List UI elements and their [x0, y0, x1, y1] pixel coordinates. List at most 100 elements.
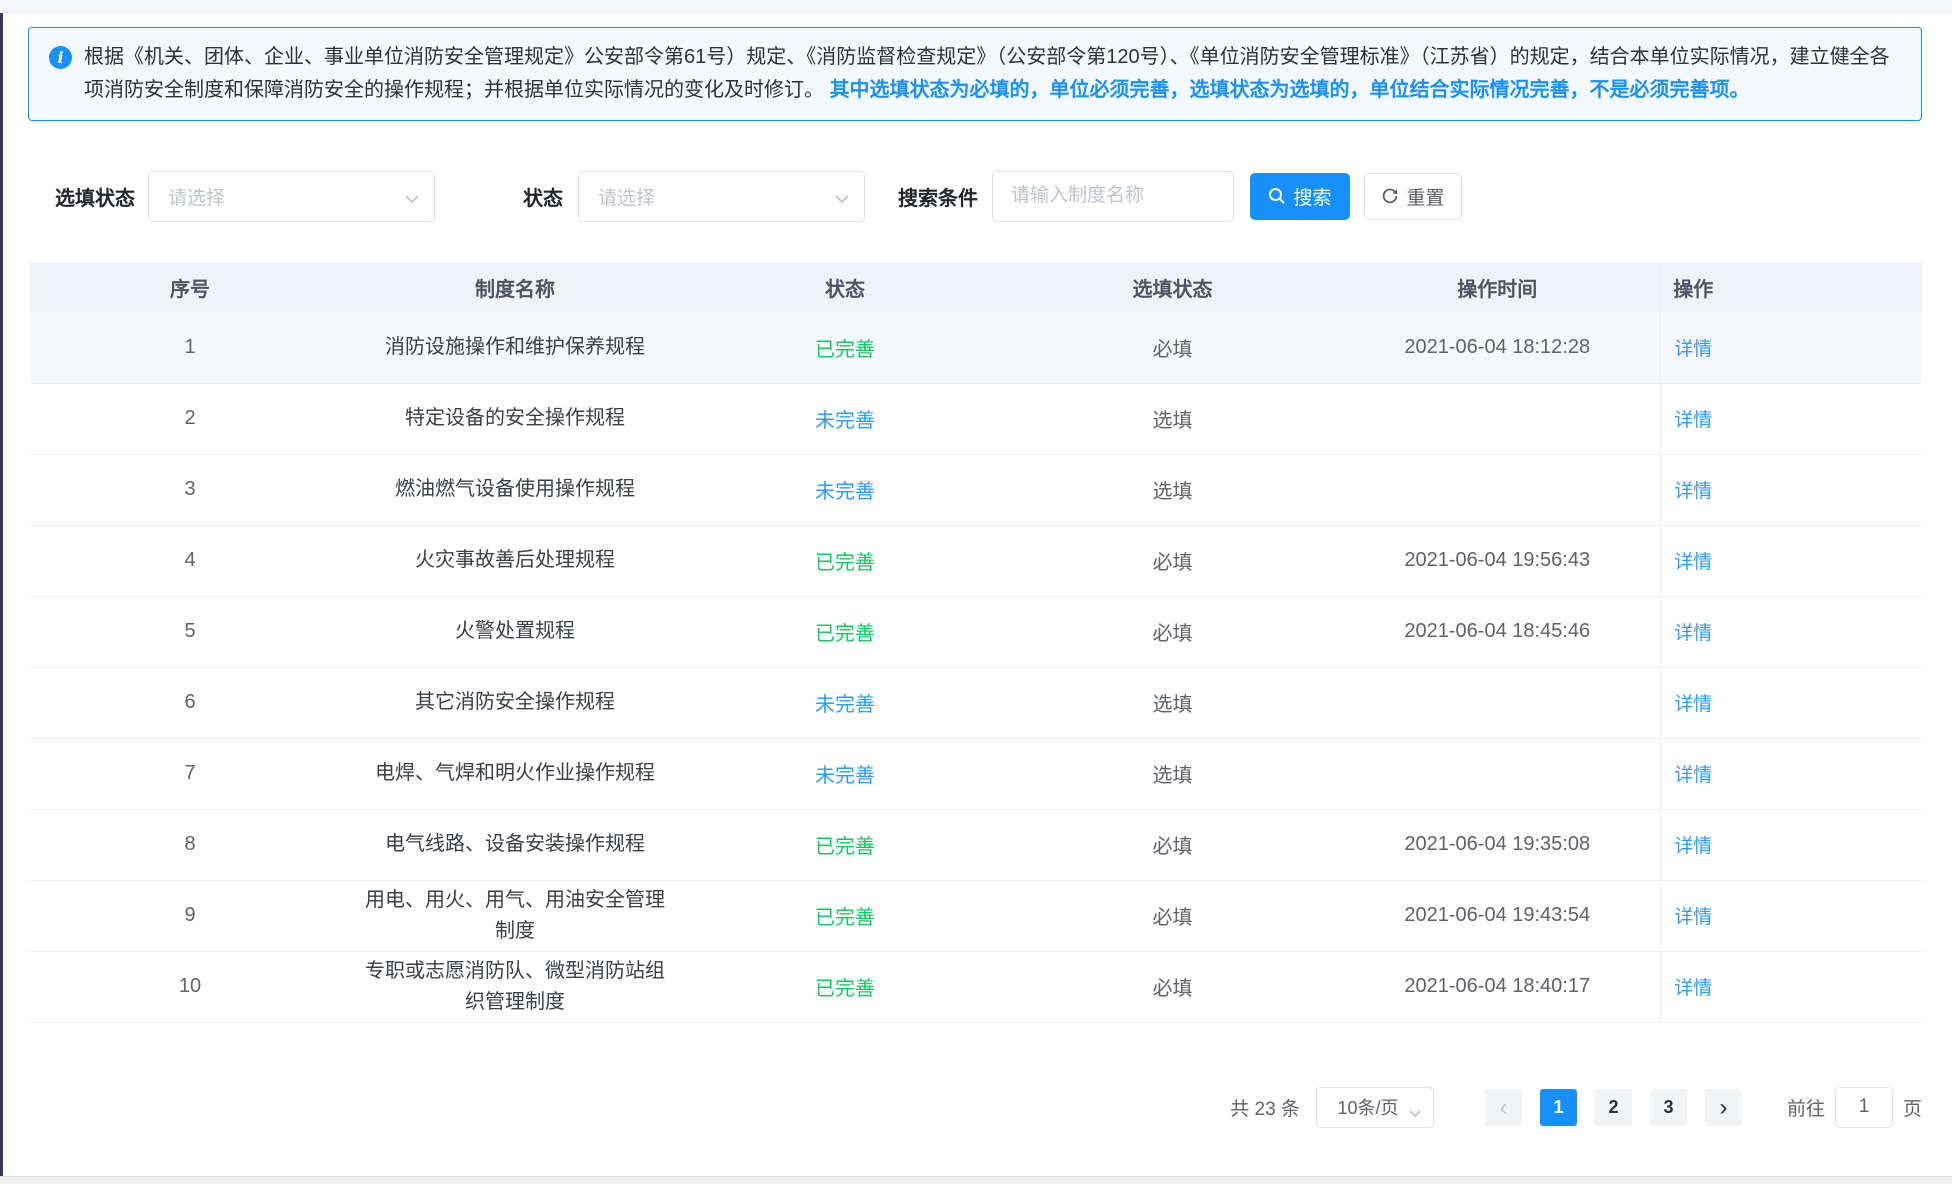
cell-status: 已完善 [680, 525, 1010, 596]
cell-name: 其它消防安全操作规程 [350, 667, 680, 738]
cell-fill-status: 选填 [1010, 454, 1335, 525]
table-row: 5火警处置规程已完善必填2021-06-04 18:45:46详情 [30, 596, 1922, 667]
next-page-button[interactable]: › [1705, 1089, 1742, 1126]
institution-name: 特定设备的安全操作规程 [363, 403, 668, 434]
cell-status: 未完善 [680, 454, 1010, 525]
status-select[interactable]: 请选择 [578, 171, 865, 222]
cell-action: 详情 [1660, 738, 1726, 809]
cell-operate-time: 2021-06-04 19:43:54 [1335, 880, 1660, 951]
detail-link[interactable]: 详情 [1674, 410, 1712, 431]
cell-filler [1726, 383, 1922, 454]
detail-link[interactable]: 详情 [1674, 978, 1712, 999]
cell-action: 详情 [1660, 596, 1726, 667]
table-row: 2特定设备的安全操作规程未完善选填详情 [30, 383, 1922, 454]
status-text: 已完善 [815, 623, 875, 645]
detail-link[interactable]: 详情 [1674, 765, 1712, 786]
goto-page-input[interactable] [1835, 1087, 1893, 1128]
refresh-icon [1381, 187, 1399, 205]
cell-action: 详情 [1660, 383, 1726, 454]
status-text: 已完善 [815, 339, 875, 361]
table-row: 3 燃油燃气设备使用操作规程未完善选填 详情 [30, 454, 1922, 525]
cell-fill-status: 选填 [1010, 383, 1335, 454]
column-header: 操作 [1660, 262, 1726, 312]
page-content: i 根据《机关、团体、企业、事业单位消防安全管理规定》公安部令第61号）规定、《… [0, 27, 1952, 1128]
detail-link[interactable]: 详情 [1674, 694, 1712, 715]
chevron-right-icon: › [1719, 1094, 1727, 1121]
cell-action: 详情 [1660, 312, 1726, 383]
table-header-row: 序号制度名称状态选填状态操作时间操作 [30, 262, 1922, 312]
cell-fill-status: 必填 [1010, 525, 1335, 596]
cell-serial: 3 [30, 454, 350, 525]
table-row: 9用电、用火、用气、用油安全管理制度已完善必填2021-06-04 19:43:… [30, 880, 1922, 951]
cell-operate-time: 2021-06-04 18:12:28 [1335, 312, 1660, 383]
reset-button[interactable]: 重置 [1364, 173, 1462, 220]
cell-serial: 6 [30, 667, 350, 738]
cell-action: 详情 [1660, 454, 1726, 525]
left-edge-bar [0, 13, 3, 1176]
cell-name: 燃油燃气设备使用操作规程 [350, 454, 680, 525]
goto-suffix: 页 [1903, 1094, 1922, 1121]
cell-status: 已完善 [680, 596, 1010, 667]
institution-name: 燃油燃气设备使用操作规程 [363, 474, 668, 505]
fill-status-label: 选填状态 [55, 182, 135, 211]
search-input[interactable] [992, 171, 1234, 222]
cell-status: 未完善 [680, 667, 1010, 738]
column-header: 选填状态 [1010, 262, 1335, 312]
cell-fill-status: 必填 [1010, 951, 1335, 1022]
page-size-value: 10条/页 [1337, 1094, 1398, 1120]
cell-status: 已完善 [680, 880, 1010, 951]
column-header: 操作时间 [1335, 262, 1660, 312]
detail-link[interactable]: 详情 [1674, 907, 1712, 928]
status-text: 未完善 [815, 694, 875, 716]
institution-name: 用电、用火、用气、用油安全管理制度 [363, 885, 668, 947]
cell-filler [1726, 951, 1922, 1022]
column-header-filler [1726, 262, 1922, 312]
detail-link[interactable]: 详情 [1674, 481, 1712, 502]
table-body: 1消防设施操作和维护保养规程已完善必填2021-06-04 18:12:28详情… [30, 312, 1922, 1022]
table-row: 10专职或志愿消防队、微型消防站组织管理制度已完善必填2021-06-04 18… [30, 951, 1922, 1022]
detail-link[interactable]: 详情 [1674, 836, 1712, 857]
institution-name: 电气线路、设备安装操作规程 [363, 829, 668, 860]
cell-name: 火警处置规程 [350, 596, 680, 667]
cell-fill-status: 必填 [1010, 596, 1335, 667]
table-row: 6其它消防安全操作规程未完善选填详情 [30, 667, 1922, 738]
search-button[interactable]: 搜索 [1250, 173, 1350, 220]
cell-operate-time [1335, 383, 1660, 454]
prev-page-button[interactable]: ‹ [1485, 1089, 1522, 1126]
cell-filler [1726, 312, 1922, 383]
goto-page: 前往 页 [1787, 1087, 1922, 1128]
cell-action: 详情 [1660, 880, 1726, 951]
table-row: 1消防设施操作和维护保养规程已完善必填2021-06-04 18:12:28详情 [30, 312, 1922, 383]
status-text: 已完善 [815, 552, 875, 574]
institution-name: 消防设施操作和维护保养规程 [363, 332, 668, 363]
cell-status: 未完善 [680, 738, 1010, 809]
info-banner: i 根据《机关、团体、企业、事业单位消防安全管理规定》公安部令第61号）规定、《… [28, 27, 1922, 121]
institution-name: 火警处置规程 [363, 616, 668, 647]
cell-filler [1726, 738, 1922, 809]
fill-status-select[interactable]: 请选择 [148, 171, 435, 222]
cell-name: 电焊、气焊和明火作业操作规程 [350, 738, 680, 809]
detail-link[interactable]: 详情 [1674, 623, 1712, 644]
page-size-select[interactable]: 10条/页 [1316, 1087, 1434, 1128]
cell-operate-time [1335, 454, 1660, 525]
institution-name: 电焊、气焊和明火作业操作规程 [363, 758, 668, 789]
status-text: 未完善 [815, 765, 875, 787]
cell-status: 已完善 [680, 809, 1010, 880]
detail-link[interactable]: 详情 [1674, 552, 1712, 573]
chevron-down-icon [834, 191, 850, 209]
institutions-table: 序号制度名称状态选填状态操作时间操作 1消防设施操作和维护保养规程已完善必填20… [30, 262, 1922, 1023]
cell-serial: 7 [30, 738, 350, 809]
table-row: 4火灾事故善后处理规程已完善必填2021-06-04 19:56:43详情 [30, 525, 1922, 596]
search-condition-label: 搜索条件 [898, 182, 978, 211]
cell-action: 详情 [1660, 951, 1726, 1022]
info-icon: i [49, 46, 72, 69]
filter-bar: 选填状态 请选择 状态 请选择 搜索条件 搜索 [30, 170, 1922, 222]
detail-link[interactable]: 详情 [1674, 339, 1712, 360]
cell-serial: 8 [30, 809, 350, 880]
page-button-1[interactable]: 1 [1540, 1089, 1577, 1126]
page-button-2[interactable]: 2 [1595, 1089, 1632, 1126]
institution-name: 其它消防安全操作规程 [363, 687, 668, 718]
cell-operate-time: 2021-06-04 18:40:17 [1335, 951, 1660, 1022]
reset-button-label: 重置 [1406, 183, 1444, 210]
page-button-3[interactable]: 3 [1650, 1089, 1687, 1126]
